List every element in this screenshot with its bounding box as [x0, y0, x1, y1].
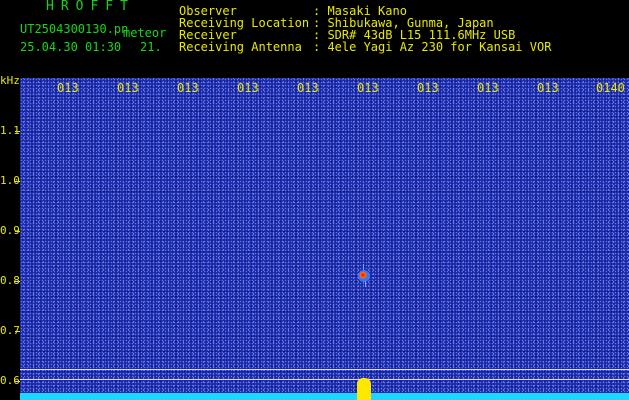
app-title: HROFFT	[46, 0, 135, 14]
x-tick-label: 013	[357, 81, 379, 95]
header-panel: HROFFT UT2504300130.pn meteor 25.04.30 0…	[0, 0, 629, 78]
x-tick-label: 013	[477, 81, 499, 95]
x-tick-label: 013	[417, 81, 439, 95]
x-tick-label: 013	[237, 81, 259, 95]
x-tick-label: 013	[537, 81, 559, 95]
noise-texture	[20, 78, 629, 400]
detection-count: 21.	[140, 40, 162, 54]
noise-floor-bar	[20, 393, 629, 400]
antenna-value: : 4ele Yagi Az 230 for Kansai VOR	[313, 40, 552, 54]
x-tick-label: 013	[117, 81, 139, 95]
spectrogram-plot[interactable]: 013 013 013 013 013 013 013 013 013 0140	[20, 78, 629, 400]
y-axis-unit: kHz	[0, 74, 20, 87]
meteor-echo	[358, 264, 370, 287]
antenna-label: Receiving Antenna	[179, 40, 302, 54]
timestamp: 25.04.30 01:30	[20, 40, 122, 54]
y-axis: kHz 1.1 1.0 0.9 0.8 0.7 0.6	[0, 74, 20, 400]
x-tick-label: 013	[177, 81, 199, 95]
reference-line	[20, 369, 629, 370]
carrier-signal	[357, 378, 371, 400]
x-tick-label: 013	[297, 81, 319, 95]
filename: UT2504300130.pn	[20, 22, 129, 36]
meteor-tag: meteor	[123, 26, 167, 40]
x-tick-label: 0140	[596, 81, 625, 95]
x-tick-label: 013	[57, 81, 79, 95]
reference-line	[20, 379, 629, 380]
